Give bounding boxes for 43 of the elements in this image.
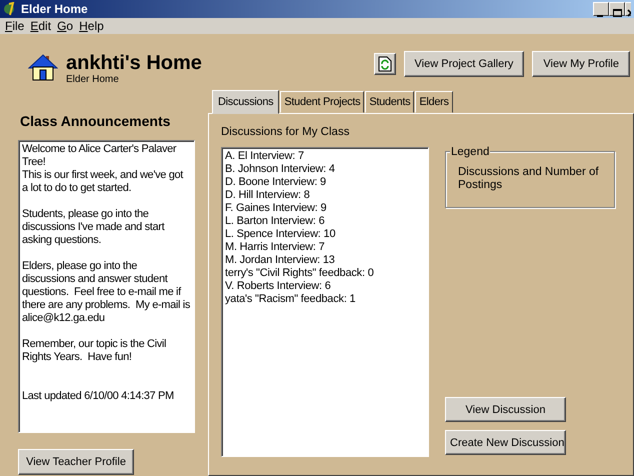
announcement-text: Last updated 6/10/00 4:14:37 PM: [22, 390, 175, 403]
list-item[interactable]: M. Jordan Interview: 13: [225, 254, 425, 268]
page-title: ankhti's Home: [66, 52, 202, 74]
list-item[interactable]: M. Harris Interview: 7: [225, 241, 425, 254]
list-item[interactable]: D. Boone Interview: 9: [225, 176, 425, 190]
section-heading: Class Announcements: [20, 112, 172, 131]
toolbar-button[interactable]: View My Profile: [532, 51, 630, 77]
action-button[interactable]: Create New Discussion: [445, 430, 566, 456]
list-item[interactable]: A. El Interview: 7: [225, 150, 425, 164]
action-button[interactable]: View Discussion: [445, 397, 566, 422]
announcement-text: Students, please go into the discussions I've made and start asking questions.: [22, 208, 166, 247]
announcement-text: Welcome to Alice Carter's Palaver Tree! This is our first week, and we've got a lot to do to get started.: [22, 143, 184, 195]
house-icon: [28, 54, 58, 81]
announcement-text: Remember, our topic is the Civil Rights Years. Have fun!: [22, 338, 168, 364]
refresh-icon: [378, 56, 392, 72]
list-item[interactable]: F. Gaines Interview: 9: [225, 202, 425, 216]
list-item[interactable]: D. Hill Interview: 8: [225, 189, 425, 202]
list-item[interactable]: V. Roberts Interview: 6: [225, 280, 425, 294]
announcement-text: Elders, please go into the discussions and answer student questions. Feel free to e-mail me if there are any problems. My e-mail is alice@k12.ga.edu: [22, 260, 191, 325]
list-item[interactable]: L. Barton Interview: 6: [225, 215, 425, 228]
list-item[interactable]: L. Spence Interview: 10: [225, 228, 425, 242]
refresh-button[interactable]: [374, 53, 396, 75]
menu-item[interactable]: Edit: [29, 17, 56, 35]
maximize-icon[interactable]: [609, 2, 625, 16]
menu-item[interactable]: Help: [78, 17, 109, 35]
legend-text: Discussions and Number of Postings: [458, 166, 600, 192]
discussion-list[interactable]: [221, 147, 429, 458]
app-icon: [3, 2, 17, 16]
list-item[interactable]: terry's "Civil Rights" feedback: 0: [225, 267, 425, 280]
tab[interactable]: Elders: [415, 90, 453, 113]
page-subtitle: Elder Home: [66, 74, 120, 85]
tab[interactable]: Students: [365, 90, 414, 113]
menu-item[interactable]: Go: [56, 17, 78, 35]
tab[interactable]: Student Projects: [280, 90, 364, 113]
window-title: Elder Home: [21, 1, 88, 18]
menu-item[interactable]: File: [4, 17, 30, 35]
tab[interactable]: Discussions: [212, 90, 280, 114]
list-label: Discussions for My Class: [221, 125, 350, 140]
toolbar-button[interactable]: View Project Gallery: [404, 51, 524, 77]
minimize-icon[interactable]: [593, 2, 609, 16]
list-item[interactable]: yata's "Racism" feedback: 1: [225, 293, 425, 306]
list-item[interactable]: B. Johnson Interview: 4: [225, 163, 425, 176]
view-teacher-profile-button[interactable]: View Teacher Profile: [18, 449, 134, 475]
